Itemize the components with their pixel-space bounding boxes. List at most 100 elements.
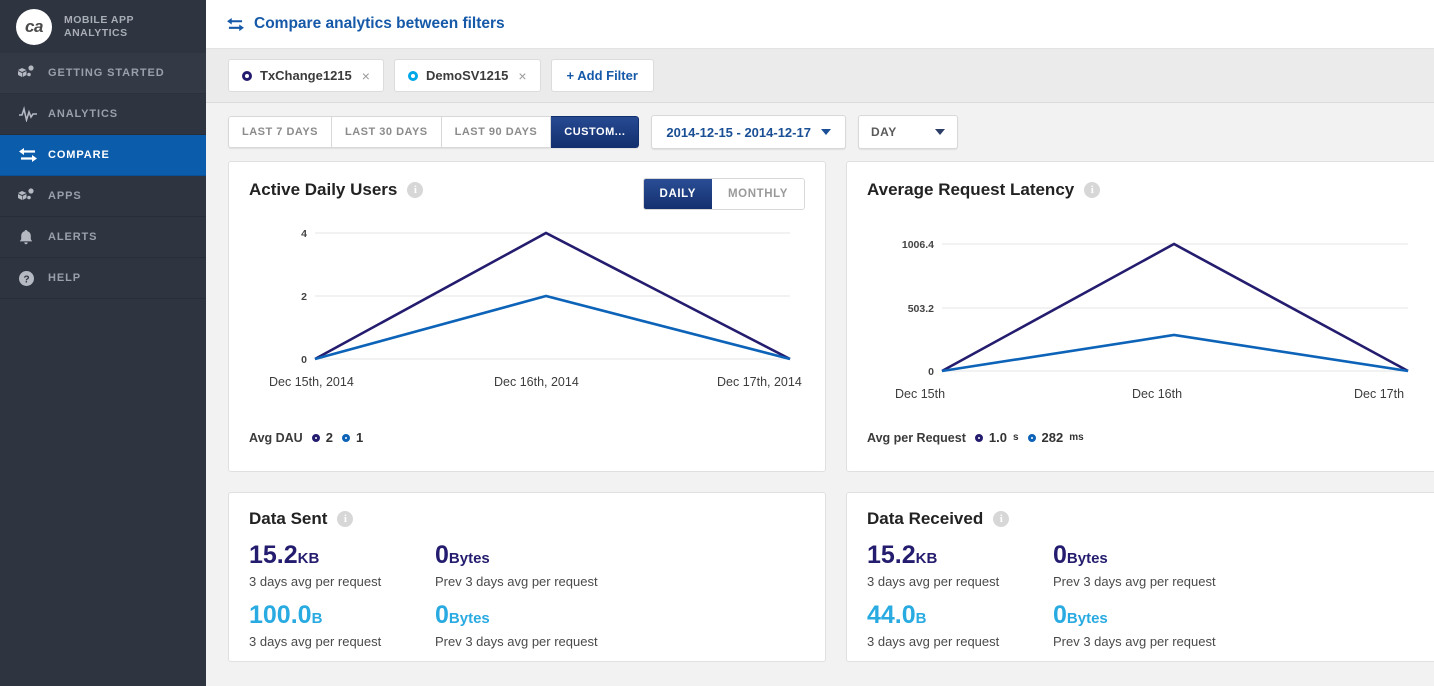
- card-data-received: Data Received i 15.2KB 3 days avg per re…: [846, 492, 1434, 662]
- brand-line-2: ANALYTICS: [64, 26, 128, 39]
- stat-number: 100.0: [249, 601, 312, 629]
- legend-item: 1.0 s: [974, 430, 1019, 445]
- stats-grid: 15.2KB 3 days avg per request 0Bytes Pre…: [867, 541, 1423, 653]
- card-header: Average Request Latency i: [867, 180, 1423, 200]
- stat-unit: B: [915, 610, 927, 627]
- chart-legend: Avg per Request 1.0 s 282 ms: [867, 430, 1084, 445]
- info-icon[interactable]: i: [1084, 182, 1101, 198]
- x-axis-labels: Dec 15th Dec 16th Dec 17th: [895, 387, 1404, 401]
- preset-last-7-days[interactable]: LAST 7 DAYS: [228, 116, 333, 148]
- question-circle-icon: ?: [18, 270, 48, 287]
- stat-number: 0: [435, 541, 449, 569]
- filter-chip-label: TxChange1215: [260, 68, 352, 83]
- compare-arrows-icon: [18, 147, 48, 163]
- stat-caption: Prev 3 days avg per request: [435, 634, 598, 649]
- legend-item: 282 ms: [1027, 430, 1084, 445]
- date-preset-group: LAST 7 DAYS LAST 30 DAYS LAST 90 DAYS CU…: [228, 116, 640, 148]
- card-title: Active Daily Users: [249, 180, 398, 199]
- x-tick-2: Dec 17th, 2014: [717, 375, 802, 389]
- filter-color-dot-icon: [242, 70, 252, 81]
- series-demosv1215: [314, 294, 791, 361]
- legend-item: 2: [311, 430, 333, 445]
- legend-title: Avg DAU: [249, 430, 303, 445]
- chevron-down-icon: [934, 129, 945, 135]
- y-tick-4: 4: [301, 228, 307, 240]
- stat-number: 15.2: [249, 541, 298, 569]
- filter-chip-label: DemoSV1215: [425, 68, 509, 83]
- stat-prev-secondary: 0Bytes Prev 3 days avg per request: [435, 601, 805, 653]
- stat-unit: KB: [915, 550, 938, 567]
- stat-current-secondary: 44.0B 3 days avg per request: [867, 601, 1053, 653]
- stat-value: 15.2KB: [867, 541, 1053, 573]
- toggle-daily[interactable]: DAILY: [643, 179, 712, 209]
- stat-number: 0: [435, 601, 449, 629]
- svg-text:?: ?: [23, 274, 29, 285]
- stat-unit: KB: [297, 550, 320, 567]
- stat-value: 100.0B: [249, 601, 435, 633]
- granularity-select[interactable]: DAY: [857, 115, 958, 149]
- stat-value: 0Bytes: [1053, 601, 1423, 633]
- sidebar-item-apps[interactable]: APPS: [0, 176, 206, 217]
- y-tick-503: 503.2: [908, 303, 934, 315]
- add-filter-button[interactable]: + Add Filter: [550, 59, 654, 92]
- legend-value: 282: [1041, 430, 1064, 445]
- stat-unit: Bytes: [448, 550, 490, 567]
- y-tick-0: 0: [928, 366, 934, 378]
- stat-value: 44.0B: [867, 601, 1053, 633]
- filter-chip-demosv1215[interactable]: DemoSV1215 ×: [393, 59, 541, 92]
- card-title: Data Sent: [249, 509, 328, 528]
- close-icon[interactable]: ×: [518, 68, 526, 84]
- bell-icon: [18, 229, 48, 246]
- filter-chip-txchange1215[interactable]: TxChange1215 ×: [228, 59, 384, 92]
- card-average-request-latency: Average Request Latency i 1006.4 503.2 0…: [846, 161, 1434, 472]
- stat-number: 0: [1053, 541, 1067, 569]
- gridlines: [942, 243, 1408, 372]
- legend-value: 2: [325, 430, 333, 445]
- close-icon[interactable]: ×: [362, 68, 370, 84]
- legend-dot-icon: [341, 433, 350, 442]
- info-icon[interactable]: i: [407, 182, 424, 198]
- preset-last-90-days[interactable]: LAST 90 DAYS: [441, 116, 552, 148]
- stat-value: 15.2KB: [249, 541, 435, 573]
- brand: ca MOBILE APP ANALYTICS: [0, 0, 206, 53]
- stat-value: 0Bytes: [435, 541, 805, 573]
- legend-dot-icon: [974, 433, 983, 442]
- y-tick-1006: 1006.4: [902, 239, 934, 251]
- card-title: Data Received: [867, 509, 984, 528]
- stat-caption: 3 days avg per request: [249, 574, 382, 589]
- legend-title: Avg per Request: [867, 430, 966, 445]
- info-icon[interactable]: i: [337, 511, 354, 527]
- sidebar-item-label: APPS: [48, 190, 82, 202]
- sidebar-item-help[interactable]: ? HELP: [0, 258, 206, 299]
- preset-last-30-days[interactable]: LAST 30 DAYS: [332, 116, 442, 148]
- x-tick-0: Dec 15th: [895, 387, 945, 401]
- card-header: Data Received i: [867, 509, 1423, 529]
- stat-caption: Prev 3 days avg per request: [1053, 574, 1216, 589]
- stat-unit: Bytes: [1066, 610, 1108, 627]
- stat-unit: B: [311, 610, 323, 627]
- cubes-icon: [18, 188, 48, 204]
- filter-color-dot-icon: [407, 70, 418, 81]
- sidebar-item-analytics[interactable]: ANALYTICS: [0, 94, 206, 135]
- x-tick-1: Dec 16th: [1132, 387, 1182, 401]
- compare-arrows-icon: [226, 17, 245, 32]
- sidebar-item-label: COMPARE: [48, 149, 110, 161]
- toggle-monthly[interactable]: MONTHLY: [712, 179, 804, 209]
- sidebar-item-label: GETTING STARTED: [48, 67, 165, 79]
- preset-custom[interactable]: CUSTOM...: [551, 116, 640, 148]
- daily-monthly-toggle: DAILY MONTHLY: [642, 178, 805, 210]
- card-header: Data Sent i: [249, 509, 805, 529]
- date-range-picker[interactable]: 2014-12-15 - 2014-12-17: [651, 115, 846, 149]
- legend-unit: s: [1012, 432, 1019, 443]
- stat-current-primary: 15.2KB 3 days avg per request: [249, 541, 435, 593]
- info-icon[interactable]: i: [993, 511, 1010, 527]
- chevron-down-icon: [820, 129, 831, 135]
- series-demosv1215: [941, 333, 1409, 373]
- sidebar-item-getting-started[interactable]: GETTING STARTED: [0, 53, 206, 94]
- brand-name: MOBILE APP ANALYTICS: [64, 14, 134, 40]
- sidebar-item-alerts[interactable]: ALERTS: [0, 217, 206, 258]
- stat-caption: Prev 3 days avg per request: [1053, 634, 1216, 649]
- page-header: Compare analytics between filters: [206, 0, 1434, 49]
- sidebar-item-compare[interactable]: COMPARE: [0, 135, 206, 176]
- brand-line-1: MOBILE APP: [64, 13, 134, 26]
